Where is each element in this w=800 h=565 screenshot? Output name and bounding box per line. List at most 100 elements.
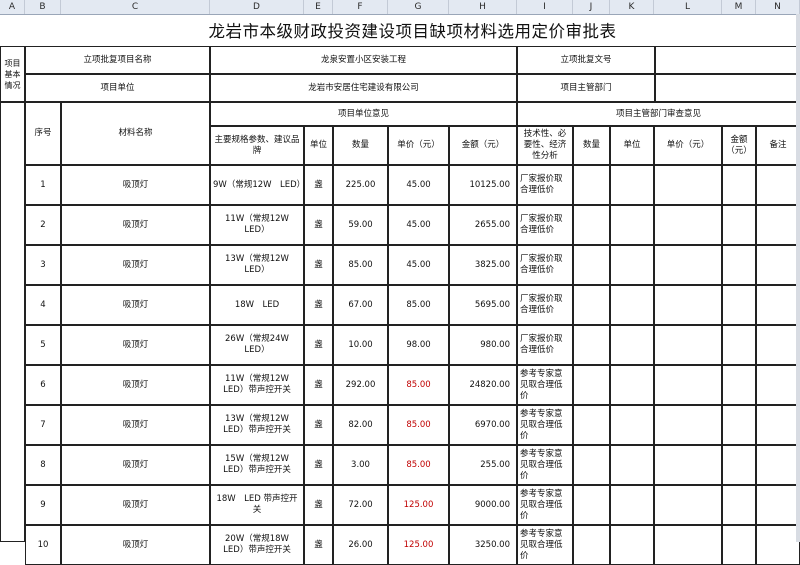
row-analysis-cell[interactable]: 参考专家意见取合理低价	[517, 405, 573, 445]
row-qty-cell[interactable]: 26.00	[333, 525, 388, 565]
row-amount-cell[interactable]: 5695.00	[449, 285, 517, 325]
row-amount-cell[interactable]: 2655.00	[449, 205, 517, 245]
row-price-cell[interactable]: 85.00	[388, 365, 449, 405]
row-seq-cell[interactable]: 1	[25, 165, 61, 205]
row-empty-cell[interactable]	[756, 485, 800, 525]
row-empty-cell[interactable]	[654, 325, 722, 365]
column-header-a[interactable]: A	[0, 0, 25, 14]
row-unit-cell[interactable]: 盏	[304, 525, 333, 565]
row-analysis-cell[interactable]: 厂家报价取合理低价	[517, 325, 573, 365]
row-empty-cell[interactable]	[610, 165, 654, 205]
row-analysis-cell[interactable]: 厂家报价取合理低价	[517, 285, 573, 325]
row-unit-cell[interactable]: 盏	[304, 365, 333, 405]
row-seq-cell[interactable]: 6	[25, 365, 61, 405]
header-spec[interactable]: 主要规格参数、建议品牌	[210, 126, 304, 165]
header-price[interactable]: 单价（元）	[388, 126, 449, 165]
row-spec-cell[interactable]: 20W（常规18W LED）带声控开关	[210, 525, 304, 565]
row-amount-cell[interactable]: 3825.00	[449, 245, 517, 285]
column-header-j[interactable]: J	[573, 0, 610, 14]
row-unit-cell[interactable]: 盏	[304, 485, 333, 525]
row-empty-cell[interactable]	[722, 325, 756, 365]
row-amount-cell[interactable]: 255.00	[449, 445, 517, 485]
project-unit-value[interactable]: 龙岩市安居住宅建设有限公司	[210, 74, 517, 102]
row-spec-cell[interactable]: 18W LED	[210, 285, 304, 325]
row-empty-cell[interactable]	[756, 365, 800, 405]
row-unit-cell[interactable]: 盏	[304, 165, 333, 205]
column-header-b[interactable]: B	[25, 0, 61, 14]
row-seq-cell[interactable]: 8	[25, 445, 61, 485]
row-spec-cell[interactable]: 9W（常规12W LED）	[210, 165, 304, 205]
row-seq-cell[interactable]: 3	[25, 245, 61, 285]
row-seq-cell[interactable]: 4	[25, 285, 61, 325]
row-empty-cell[interactable]	[573, 165, 610, 205]
row-unit-cell[interactable]: 盏	[304, 245, 333, 285]
row-price-cell[interactable]: 45.00	[388, 165, 449, 205]
row-material-cell[interactable]: 吸顶灯	[61, 285, 210, 325]
row-empty-cell[interactable]	[722, 165, 756, 205]
row-empty-cell[interactable]	[573, 285, 610, 325]
header-analysis[interactable]: 技术性、必要性、经济性分析	[517, 126, 573, 165]
row-material-cell[interactable]: 吸顶灯	[61, 365, 210, 405]
row-price-cell[interactable]: 85.00	[388, 445, 449, 485]
row-empty-cell[interactable]	[573, 205, 610, 245]
row-empty-cell[interactable]	[756, 405, 800, 445]
row-empty-cell[interactable]	[722, 285, 756, 325]
row-price-cell[interactable]: 85.00	[388, 405, 449, 445]
header-unit[interactable]: 单位	[304, 126, 333, 165]
row-amount-cell[interactable]: 10125.00	[449, 165, 517, 205]
row-empty-cell[interactable]	[573, 325, 610, 365]
row-analysis-cell[interactable]: 厂家报价取合理低价	[517, 205, 573, 245]
header-dept-amount[interactable]: 金额（元）	[722, 126, 756, 165]
row-empty-cell[interactable]	[654, 205, 722, 245]
row-material-cell[interactable]: 吸顶灯	[61, 165, 210, 205]
row-empty-cell[interactable]	[573, 365, 610, 405]
row-empty-cell[interactable]	[654, 445, 722, 485]
row-material-cell[interactable]: 吸顶灯	[61, 405, 210, 445]
row-amount-cell[interactable]: 3250.00	[449, 525, 517, 565]
row-qty-cell[interactable]: 10.00	[333, 325, 388, 365]
row-empty-cell[interactable]	[610, 325, 654, 365]
header-seq[interactable]: 序号	[25, 102, 61, 165]
row-empty-cell[interactable]	[573, 405, 610, 445]
row-spec-cell[interactable]: 26W（常规24W LED）	[210, 325, 304, 365]
row-price-cell[interactable]: 45.00	[388, 205, 449, 245]
row-empty-cell[interactable]	[756, 325, 800, 365]
row-empty-cell[interactable]	[654, 485, 722, 525]
row-spec-cell[interactable]: 13W（常规12W LED）	[210, 245, 304, 285]
vertical-scrollbar[interactable]	[796, 14, 800, 542]
header-remark[interactable]: 备注	[756, 126, 800, 165]
row-empty-cell[interactable]	[610, 525, 654, 565]
approval-name-label[interactable]: 立项批复项目名称	[25, 46, 210, 74]
column-header-h[interactable]: H	[449, 0, 517, 14]
column-header-n[interactable]: N	[756, 0, 800, 14]
row-empty-cell[interactable]	[722, 205, 756, 245]
project-info-label[interactable]: 项目基本情况	[0, 46, 25, 102]
row-empty-cell[interactable]	[722, 405, 756, 445]
row-price-cell[interactable]: 125.00	[388, 485, 449, 525]
column-header-d[interactable]: D	[210, 0, 304, 14]
row-spec-cell[interactable]: 11W（常规12W LED）带声控开关	[210, 365, 304, 405]
row-qty-cell[interactable]: 67.00	[333, 285, 388, 325]
row-empty-cell[interactable]	[610, 245, 654, 285]
row-spec-cell[interactable]: 13W（常规12W LED）带声控开关	[210, 405, 304, 445]
row-material-cell[interactable]: 吸顶灯	[61, 245, 210, 285]
row-material-cell[interactable]: 吸顶灯	[61, 485, 210, 525]
header-dept-price[interactable]: 单价（元）	[654, 126, 722, 165]
dept-opinion-header[interactable]: 项目主管部门审查意见	[517, 102, 800, 126]
row-empty-cell[interactable]	[756, 445, 800, 485]
column-header-m[interactable]: M	[722, 0, 756, 14]
row-qty-cell[interactable]: 3.00	[333, 445, 388, 485]
row-empty-cell[interactable]	[610, 405, 654, 445]
project-unit-label[interactable]: 项目单位	[25, 74, 210, 102]
row-qty-cell[interactable]: 72.00	[333, 485, 388, 525]
row-seq-cell[interactable]: 2	[25, 205, 61, 245]
row-material-cell[interactable]: 吸顶灯	[61, 325, 210, 365]
row-empty-cell[interactable]	[756, 525, 800, 565]
header-dept-unit[interactable]: 单位	[610, 126, 654, 165]
row-empty-cell[interactable]	[654, 245, 722, 285]
row-empty-cell[interactable]	[722, 485, 756, 525]
approval-doc-value[interactable]	[655, 46, 800, 74]
row-empty-cell[interactable]	[722, 525, 756, 565]
column-header-c[interactable]: C	[61, 0, 210, 14]
row-empty-cell[interactable]	[654, 365, 722, 405]
